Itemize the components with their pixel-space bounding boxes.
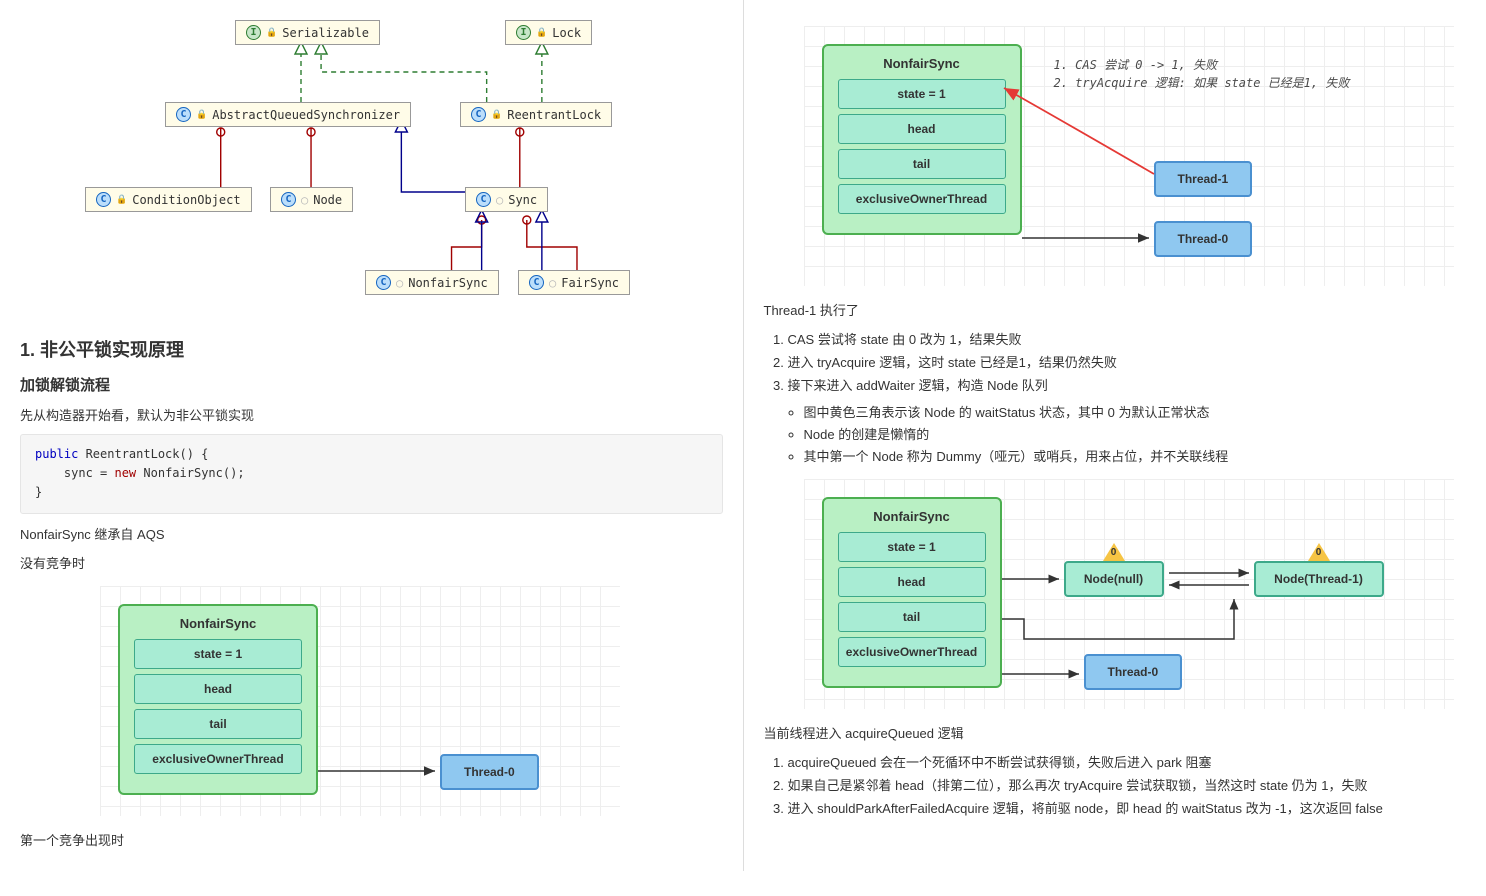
class-icon: C <box>529 275 544 290</box>
head-field: head <box>838 114 1006 144</box>
paragraph: Thread-1 执行了 <box>764 300 1467 319</box>
uml-serializable: I🔒Serializable <box>235 20 380 45</box>
list-item: Node 的创建是懒惰的 <box>804 424 1467 443</box>
list-item: 进入 shouldParkAfterFailedAcquire 逻辑，将前驱 n… <box>788 798 1467 817</box>
eot-field: exclusiveOwnerThread <box>838 184 1006 214</box>
class-icon: C <box>471 107 486 122</box>
lock-icon: 🔒 <box>116 195 127 205</box>
list-item: CAS 尝试将 state 由 0 改为 1，结果失败 <box>788 329 1467 348</box>
class-icon: C <box>96 192 111 207</box>
uml-node: C○Node <box>270 187 353 212</box>
head-field: head <box>134 674 302 704</box>
lock-icon: 🔒 <box>536 28 547 38</box>
state-field: state = 1 <box>838 532 986 562</box>
class-icon: C <box>476 192 491 207</box>
state-diagram-competition: NonfairSync state = 1 head tail exclusiv… <box>804 26 1454 286</box>
uml-aqs: C🔒AbstractQueuedSynchronizer <box>165 102 411 127</box>
head-field: head <box>838 567 986 597</box>
list-item: 接下来进入 addWaiter 逻辑，构造 Node 队列 <box>788 375 1467 394</box>
diagram-annotation: 1. CAS 尝试 0 -> 1, 失败 2. tryAcquire 逻辑: 如… <box>1054 56 1350 92</box>
ordered-list: CAS 尝试将 state 由 0 改为 1，结果失败 进入 tryAcquir… <box>788 329 1467 394</box>
state-diagram-no-competition: NonfairSync state = 1 head tail exclusiv… <box>100 586 620 816</box>
subsection-heading: 加锁解锁流程 <box>20 374 723 395</box>
interface-icon: I <box>246 25 261 40</box>
list-item: acquireQueued 会在一个死循环中不断尝试获得锁，失败后进入 park… <box>788 752 1467 771</box>
eot-field: exclusiveOwnerThread <box>838 637 986 667</box>
paragraph: 第一个竞争出现时 <box>20 830 723 849</box>
class-icon: C <box>281 192 296 207</box>
interface-icon: I <box>516 25 531 40</box>
node-null-box: Node(null) <box>1064 561 1164 597</box>
left-column: I🔒Serializable I🔒Lock C🔒AbstractQueuedSy… <box>0 0 744 871</box>
uml-reentrantlock: C🔒ReentrantLock <box>460 102 612 127</box>
paragraph: 先从构造器开始看，默认为非公平锁实现 <box>20 405 723 424</box>
uml-sync: C○Sync <box>465 187 548 212</box>
uml-conditionobject: C🔒ConditionObject <box>85 187 252 212</box>
list-item: 进入 tryAcquire 逻辑，这时 state 已经是1，结果仍然失败 <box>788 352 1467 371</box>
node-thread1-box: Node(Thread-1) <box>1254 561 1384 597</box>
list-item: 图中黄色三角表示该 Node 的 waitStatus 状态，其中 0 为默认正… <box>804 402 1467 421</box>
uml-nonfairsync: C○NonfairSync <box>365 270 499 295</box>
lock-icon: 🔒 <box>491 110 502 120</box>
uml-class-diagram: I🔒Serializable I🔒Lock C🔒AbstractQueuedSy… <box>20 12 723 322</box>
nonfairsync-box: NonfairSync state = 1 head tail exclusiv… <box>118 604 318 795</box>
thread-0-box: Thread-0 <box>440 754 539 790</box>
uml-lock: I🔒Lock <box>505 20 592 45</box>
state-field: state = 1 <box>134 639 302 669</box>
tail-field: tail <box>134 709 302 739</box>
lock-icon: 🔒 <box>266 28 277 38</box>
ordered-list: acquireQueued 会在一个死循环中不断尝试获得锁，失败后进入 park… <box>788 752 1467 817</box>
section-heading: 1. 非公平锁实现原理 <box>20 336 723 362</box>
thread-0-box: Thread-0 <box>1084 654 1183 690</box>
paragraph: 没有竞争时 <box>20 553 723 572</box>
right-column: NonfairSync state = 1 head tail exclusiv… <box>744 0 1486 871</box>
nonfairsync-box: NonfairSync state = 1 head tail exclusiv… <box>822 44 1022 235</box>
eot-field: exclusiveOwnerThread <box>134 744 302 774</box>
thread-1-box: Thread-1 <box>1154 161 1253 197</box>
nonfairsync-box: NonfairSync state = 1 head tail exclusiv… <box>822 497 1002 688</box>
lock-icon: 🔒 <box>196 110 207 120</box>
paragraph: NonfairSync 继承自 AQS <box>20 524 723 543</box>
paragraph: 当前线程进入 acquireQueued 逻辑 <box>764 723 1467 742</box>
unordered-sublist: 图中黄色三角表示该 Node 的 waitStatus 状态，其中 0 为默认正… <box>804 402 1467 465</box>
list-item: 如果自己是紧邻着 head（排第二位），那么再次 tryAcquire 尝试获取… <box>788 775 1467 794</box>
code-block: public ReentrantLock() { sync = new Nonf… <box>20 434 723 514</box>
tail-field: tail <box>838 149 1006 179</box>
uml-fairsync: C○FairSync <box>518 270 630 295</box>
class-icon: C <box>176 107 191 122</box>
waitstatus-marker <box>1103 543 1125 561</box>
class-icon: C <box>376 275 391 290</box>
thread-0-box: Thread-0 <box>1154 221 1253 257</box>
tail-field: tail <box>838 602 986 632</box>
state-field: state = 1 <box>838 79 1006 109</box>
waitstatus-marker <box>1308 543 1330 561</box>
list-item: 其中第一个 Node 称为 Dummy（哑元）或哨兵，用来占位，并不关联线程 <box>804 446 1467 465</box>
state-diagram-node-queue: NonfairSync state = 1 head tail exclusiv… <box>804 479 1454 709</box>
